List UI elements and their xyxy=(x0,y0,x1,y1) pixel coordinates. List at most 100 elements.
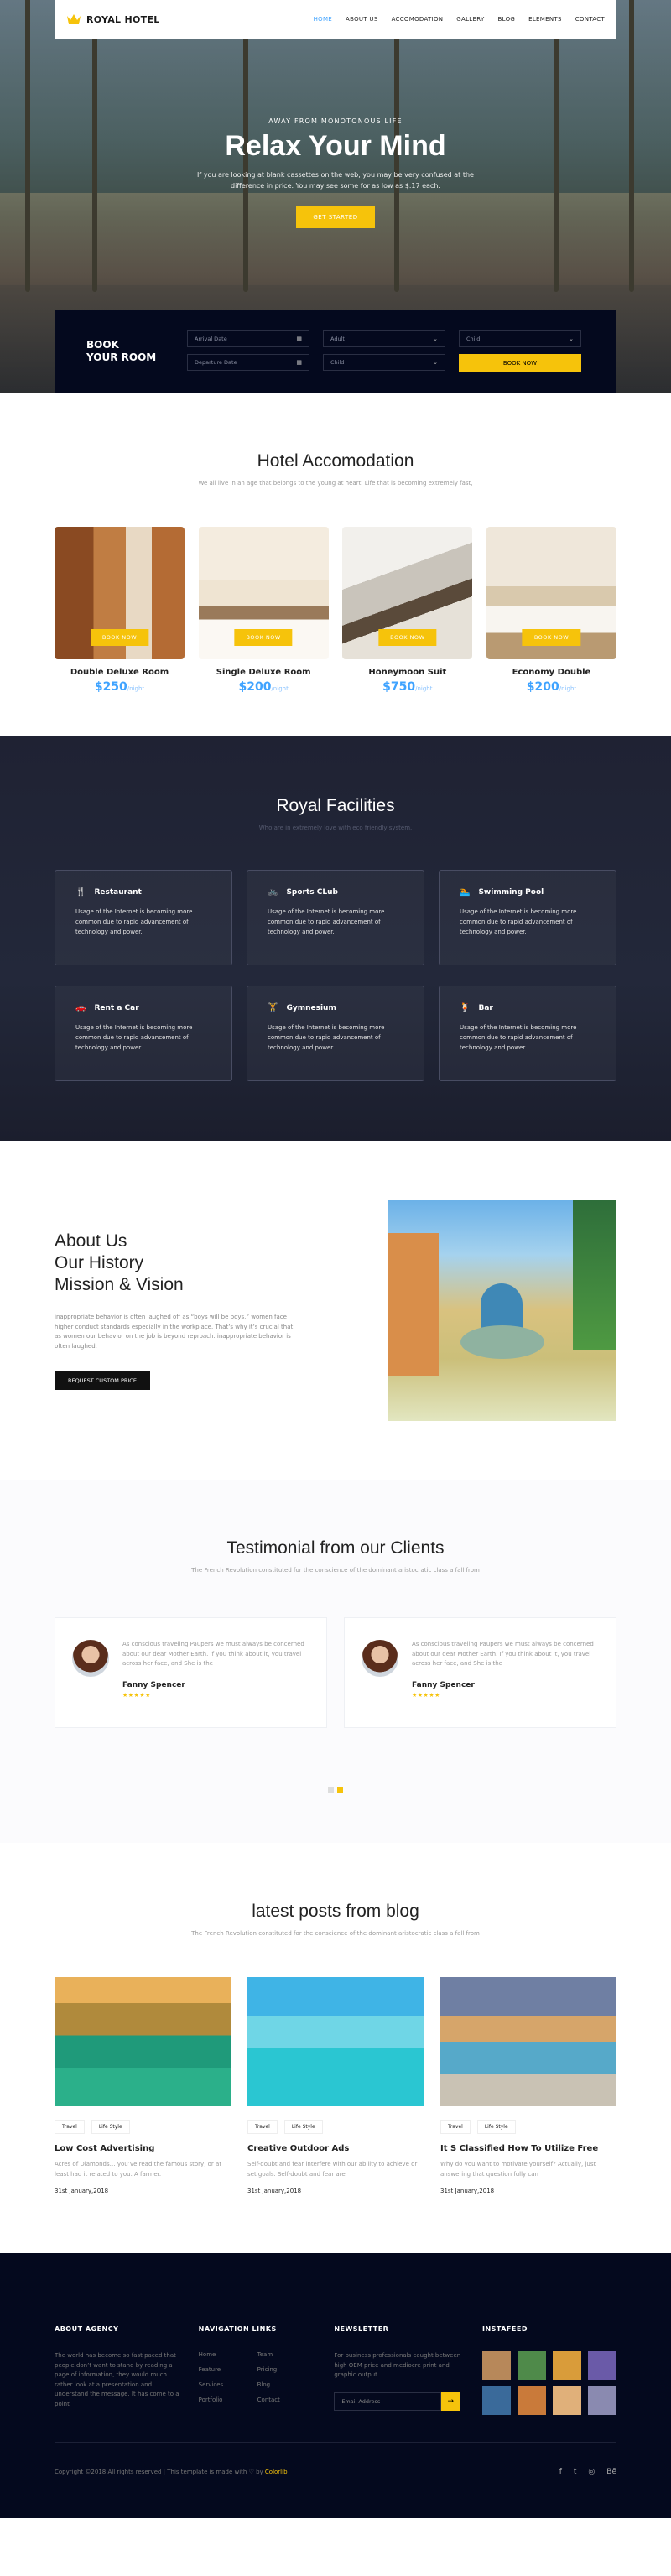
behance-icon[interactable]: Bē xyxy=(606,2468,616,2476)
testimonial-quote: As conscious traveling Paupers we must a… xyxy=(122,1641,304,1667)
calendar-icon: ▦ xyxy=(296,336,302,342)
instafeed-photo[interactable] xyxy=(517,2386,546,2415)
departure-date-field[interactable]: Departure Date ▦ xyxy=(187,354,309,371)
facility-text: Usage of the Internet is becoming more c… xyxy=(460,1024,577,1051)
post-title[interactable]: It S Classified How To Utilize Free xyxy=(440,2144,616,2153)
post-excerpt: Acres of Diamonds… you’ve read the famou… xyxy=(55,2161,222,2178)
facility-card: 🚗 Rent a Car Usage of the Internet is bec… xyxy=(55,986,232,1081)
child-select[interactable]: Child ⌄ xyxy=(459,330,581,347)
post-tag[interactable]: Life Style xyxy=(476,2120,516,2134)
post-photo[interactable] xyxy=(247,1977,424,2106)
facility-card: 🏋 Gymnesium Usage of the Internet is beco… xyxy=(247,986,424,1081)
footer-link-portfolio[interactable]: Portfolio xyxy=(199,2396,257,2403)
about-title-line2: Our History xyxy=(55,1253,144,1272)
room-book-button[interactable]: BOOK NOW xyxy=(90,629,149,646)
newsletter-text: For business professionals caught betwee… xyxy=(334,2352,461,2378)
blog-section: latest posts from blog The French Revolu… xyxy=(0,1843,671,2253)
newsletter-submit-button[interactable]: → xyxy=(441,2391,460,2411)
footer-instafeed: INSTAFEED xyxy=(481,2325,616,2415)
footer-link-home[interactable]: Home xyxy=(199,2351,257,2358)
footer-link-services[interactable]: Services xyxy=(199,2381,257,2388)
room-photo: BOOK NOW xyxy=(486,527,616,659)
facility-name: Swimming Pool xyxy=(478,887,544,897)
post-tag[interactable]: Travel xyxy=(55,2120,85,2134)
carousel-dot[interactable] xyxy=(328,1787,334,1793)
menu-item-about[interactable]: ABOUT US xyxy=(346,16,378,23)
facility-card: 🏊 Swimming Pool Usage of the Internet is … xyxy=(439,870,616,965)
facilities-section: Royal Facilities Who are in extremely lo… xyxy=(0,736,671,1141)
room-name: Double Deluxe Room xyxy=(70,668,169,677)
post-title[interactable]: Creative Outdoor Ads xyxy=(247,2144,424,2153)
avatar xyxy=(362,1640,398,1677)
hero-banner: AWAY FROM MONOTONOUS LIFE Relax Your Min… xyxy=(0,117,671,228)
calendar-icon: ▦ xyxy=(296,359,302,366)
testimonial-quote: As conscious traveling Paupers we must a… xyxy=(412,1641,594,1667)
brand-logo[interactable]: ROYAL HOTEL xyxy=(66,13,160,25)
request-price-button[interactable]: REQUEST CUSTOM PRICE xyxy=(55,1371,150,1390)
instafeed-photo[interactable] xyxy=(587,2386,616,2415)
child-select-2[interactable]: Child ⌄ xyxy=(323,354,445,371)
chevron-down-icon: ⌄ xyxy=(433,336,438,342)
carousel-dots xyxy=(55,1787,616,1793)
post-title[interactable]: Low Cost Advertising xyxy=(55,2144,231,2153)
instafeed-photo[interactable] xyxy=(517,2351,546,2380)
footer-link-contact[interactable]: Contact xyxy=(257,2396,316,2403)
blog-post: Travel Life Style Low Cost Advertising Ac… xyxy=(55,1977,231,2194)
top-navbar: ROYAL HOTEL HOME ABOUT US ACCOMODATION G… xyxy=(55,0,616,39)
facility-text: Usage of the Internet is becoming more c… xyxy=(268,1024,385,1051)
testimonial-section: Testimonial from our Clients The French … xyxy=(0,1480,671,1843)
menu-item-accomodation[interactable]: ACCOMODATION xyxy=(392,16,444,23)
facility-card: 🚲 Sports CLub Usage of the Internet is be… xyxy=(247,870,424,965)
newsletter-email-input[interactable]: Email Address xyxy=(334,2391,442,2411)
instafeed-photo[interactable] xyxy=(481,2351,511,2380)
social-links: f t ◎ Bē xyxy=(559,2468,616,2476)
instafeed-photo[interactable] xyxy=(552,2351,581,2380)
menu-item-contact[interactable]: CONTACT xyxy=(575,16,605,23)
room-book-button[interactable]: BOOK NOW xyxy=(234,629,293,646)
menu-item-gallery[interactable]: GALLERY xyxy=(456,16,484,23)
facebook-icon[interactable]: f xyxy=(559,2468,562,2476)
post-tag[interactable]: Life Style xyxy=(91,2120,130,2134)
copyright-credit-link[interactable]: Colorlib xyxy=(265,2469,288,2475)
post-list: Travel Life Style Low Cost Advertising Ac… xyxy=(55,1977,616,2194)
adult-select[interactable]: Adult ⌄ xyxy=(323,330,445,347)
room-book-button[interactable]: BOOK NOW xyxy=(522,629,581,646)
room-price-value: $750 xyxy=(382,680,416,694)
accomodation-subtitle: We all live in an age that belongs to th… xyxy=(198,480,473,487)
footer-about: ABOUT AGENCY The world has become so fas… xyxy=(55,2325,180,2415)
room-photo: BOOK NOW xyxy=(55,527,185,659)
footer-about-title: ABOUT AGENCY xyxy=(55,2325,119,2333)
dribbble-icon[interactable]: ◎ xyxy=(588,2468,595,2476)
menu-item-elements[interactable]: ELEMENTS xyxy=(528,16,562,23)
room-photo: BOOK NOW xyxy=(342,527,473,659)
testimonial-carousel: As conscious traveling Paupers we must a… xyxy=(55,1617,616,1728)
instafeed-photo[interactable] xyxy=(587,2351,616,2380)
room-name: Honeymoon Suit xyxy=(368,668,447,677)
get-started-button[interactable]: GET STARTED xyxy=(296,206,375,228)
chevron-down-icon: ⌄ xyxy=(569,336,574,342)
about-photo xyxy=(388,1200,616,1421)
instafeed-photo[interactable] xyxy=(552,2386,581,2415)
facilities-title: Royal Facilities xyxy=(276,796,395,815)
room-book-button[interactable]: BOOK NOW xyxy=(378,629,437,646)
menu-item-blog[interactable]: BLOG xyxy=(498,16,516,23)
instafeed-photo[interactable] xyxy=(481,2386,511,2415)
arrival-date-field[interactable]: Arrival Date ▦ xyxy=(187,330,309,347)
post-tag[interactable]: Life Style xyxy=(283,2120,323,2134)
post-tag[interactable]: Travel xyxy=(247,2120,278,2134)
post-tag[interactable]: Travel xyxy=(440,2120,471,2134)
post-photo[interactable] xyxy=(440,1977,616,2106)
arrow-right-icon: → xyxy=(447,2396,455,2406)
footer-link-blog[interactable]: Blog xyxy=(257,2381,316,2388)
carousel-dot-active[interactable] xyxy=(337,1787,343,1793)
twitter-icon[interactable]: t xyxy=(574,2468,577,2476)
post-date: 31st January,2018 xyxy=(247,2188,302,2194)
footer-newsletter: NEWSLETTER For business professionals ca… xyxy=(334,2325,464,2415)
footer-link-team[interactable]: Team xyxy=(257,2351,316,2358)
book-now-button[interactable]: BOOK NOW xyxy=(459,354,581,372)
footer-link-pricing[interactable]: Pricing xyxy=(257,2366,316,2373)
menu-item-home[interactable]: HOME xyxy=(314,16,332,23)
post-photo[interactable] xyxy=(55,1977,231,2106)
footer-link-feature[interactable]: Feature xyxy=(199,2366,257,2373)
pool-icon: 🏊 xyxy=(460,887,471,897)
